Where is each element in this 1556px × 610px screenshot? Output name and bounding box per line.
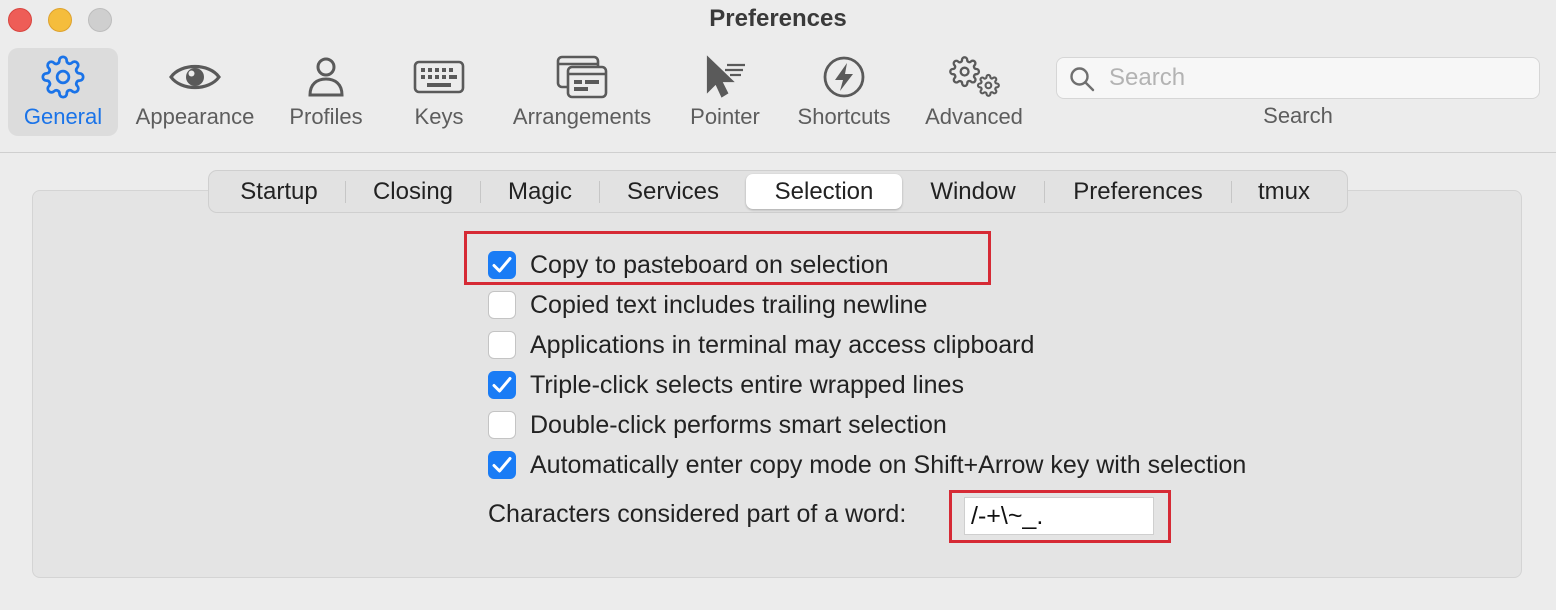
toolbar-item-label: Advanced bbox=[925, 104, 1023, 129]
tab-selection[interactable]: Selection bbox=[746, 174, 902, 209]
tab-closing[interactable]: Closing bbox=[346, 174, 480, 209]
toolbar-item-label: General bbox=[23, 104, 103, 129]
option-double-click-smart[interactable]: Double-click performs smart selection bbox=[488, 409, 947, 441]
toolbar-item-label: Pointer bbox=[690, 104, 760, 129]
windows-icon bbox=[556, 48, 608, 106]
checkbox-unchecked[interactable] bbox=[488, 291, 516, 319]
word-characters-label: Characters considered part of a word: bbox=[488, 500, 907, 528]
toolbar-item-profiles[interactable]: Profiles bbox=[276, 48, 376, 136]
toolbar-item-keys[interactable]: Keys bbox=[396, 48, 482, 136]
toolbar-item-shortcuts[interactable]: Shortcuts bbox=[786, 48, 902, 136]
checkmark-icon bbox=[492, 377, 512, 393]
eye-icon bbox=[168, 48, 222, 106]
option-triple-click[interactable]: Triple-click selects entire wrapped line… bbox=[488, 369, 964, 401]
tab-preferences[interactable]: Preferences bbox=[1045, 174, 1231, 209]
gears-icon bbox=[945, 48, 1003, 106]
general-tabs: Startup Closing Magic Services Selection… bbox=[208, 170, 1348, 213]
toolbar-item-label: Appearance bbox=[135, 104, 255, 129]
checkmark-icon bbox=[492, 457, 512, 473]
tab-magic[interactable]: Magic bbox=[481, 174, 599, 209]
keyboard-icon bbox=[413, 48, 465, 106]
preferences-toolbar: General Appearance Profiles Keys Arrange… bbox=[0, 40, 1556, 153]
checkbox-checked[interactable] bbox=[488, 371, 516, 399]
toolbar-item-arrangements[interactable]: Arrangements bbox=[502, 48, 662, 136]
search-input[interactable] bbox=[1109, 62, 1529, 94]
cursor-icon bbox=[703, 48, 747, 106]
tab-startup[interactable]: Startup bbox=[213, 174, 345, 209]
option-label: Double-click performs smart selection bbox=[530, 410, 947, 439]
window-title: Preferences bbox=[709, 5, 847, 32]
toolbar-item-label: Keys bbox=[414, 104, 464, 129]
option-label: Triple-click selects entire wrapped line… bbox=[530, 370, 964, 399]
title-bar: Preferences bbox=[0, 0, 1556, 40]
tab-tmux[interactable]: tmux bbox=[1232, 174, 1336, 209]
toolbar-item-label: Profiles bbox=[289, 104, 363, 129]
option-apps-access-clipboard[interactable]: Applications in terminal may access clip… bbox=[488, 329, 1034, 361]
option-label: Applications in terminal may access clip… bbox=[530, 330, 1035, 359]
option-trailing-newline[interactable]: Copied text includes trailing newline bbox=[488, 289, 927, 321]
highlight-box-word-characters bbox=[949, 490, 1171, 543]
checkbox-checked[interactable] bbox=[488, 451, 516, 479]
highlight-box-copy-option bbox=[464, 231, 991, 285]
checkbox-unchecked[interactable] bbox=[488, 411, 516, 439]
tab-window[interactable]: Window bbox=[902, 174, 1044, 209]
toolbar-item-label: Shortcuts bbox=[797, 104, 891, 129]
option-label: Automatically enter copy mode on Shift+A… bbox=[530, 450, 1247, 479]
option-copy-mode-shift-arrow[interactable]: Automatically enter copy mode on Shift+A… bbox=[488, 449, 1246, 481]
option-label: Copied text includes trailing newline bbox=[530, 290, 928, 319]
toolbar-item-pointer[interactable]: Pointer bbox=[680, 48, 770, 136]
search-icon bbox=[1069, 66, 1095, 97]
gear-icon bbox=[41, 48, 85, 106]
search-field[interactable] bbox=[1056, 57, 1540, 99]
tab-services[interactable]: Services bbox=[600, 174, 746, 209]
toolbar-item-general[interactable]: General bbox=[8, 48, 118, 136]
search-label: Search bbox=[1263, 103, 1333, 128]
toolbar-item-label: Arrangements bbox=[512, 104, 652, 129]
person-icon bbox=[306, 48, 346, 106]
toolbar-item-appearance[interactable]: Appearance bbox=[126, 48, 264, 136]
toolbar-item-advanced[interactable]: Advanced bbox=[918, 48, 1030, 136]
bolt-icon bbox=[822, 48, 866, 106]
checkbox-unchecked[interactable] bbox=[488, 331, 516, 359]
